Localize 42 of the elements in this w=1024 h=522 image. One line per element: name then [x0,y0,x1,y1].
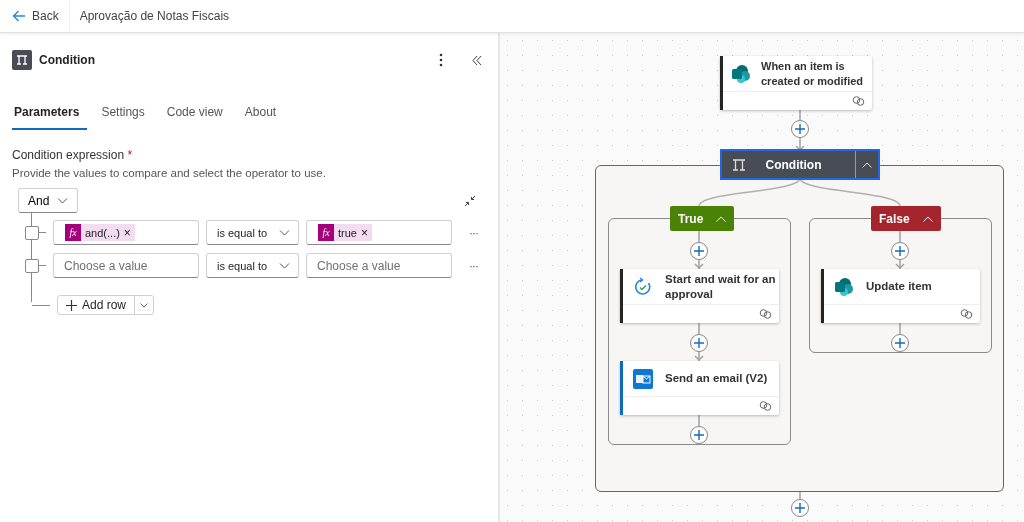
branch-header[interactable]: False [871,206,941,231]
operator-value: is equal to [217,259,268,272]
value-field[interactable]: fx true × [306,220,452,245]
operator-dropdown[interactable]: is equal to [206,253,299,278]
token-text: and(...) [84,226,121,239]
function-icon: fx [318,224,334,241]
group-operator-dropdown[interactable]: And [18,188,79,213]
condition-card[interactable]: Condition [722,151,878,178]
card-title: Start and wait for an approval [665,271,777,302]
panel-title: Condition [39,53,95,67]
branch-label: True [678,211,704,226]
operator-dropdown[interactable]: is equal to [206,220,299,245]
tab[interactable]: About [242,101,285,130]
condition-title: Condition [764,157,823,172]
tab[interactable]: Parameters [12,101,88,130]
action-card[interactable]: Send an email (V2) [620,361,779,415]
tab[interactable]: Settings [99,101,153,130]
add-row-button[interactable]: Add row [57,295,155,315]
field-description: Provide the values to compare and select the operator to use. [12,167,327,179]
field-label: Condition expression * [12,148,134,162]
branch-label: False [879,211,910,226]
remove-token-button[interactable]: × [360,225,372,240]
value-field[interactable]: fx and(...) × [53,220,199,245]
row-more-button[interactable]: ··· [469,225,478,240]
action-card[interactable]: Start and wait for an approval [620,269,779,323]
branch-header[interactable]: True [670,206,735,231]
tab[interactable]: Code view [164,101,231,130]
action-card[interactable]: Update item [821,269,980,323]
card-title: Send an email (V2) [665,371,768,386]
card-title: When an item is created or modified [761,58,865,89]
card-title: Update item [866,279,932,294]
value-field[interactable]: Choose a value [53,253,199,278]
row-more-button[interactable]: ··· [469,258,478,273]
trigger-card[interactable]: When an item is created or modified [720,56,872,110]
function-icon: fx [65,224,81,241]
operator-value: is equal to [217,226,268,239]
flow-title: Aprovação de Notas Fiscais [78,9,230,23]
add-row-label: Add row [82,298,127,312]
token-text: true [337,226,358,239]
value-field[interactable]: Choose a value [306,253,452,278]
remove-token-button[interactable]: × [123,225,135,240]
back-button[interactable]: Back [0,0,70,32]
